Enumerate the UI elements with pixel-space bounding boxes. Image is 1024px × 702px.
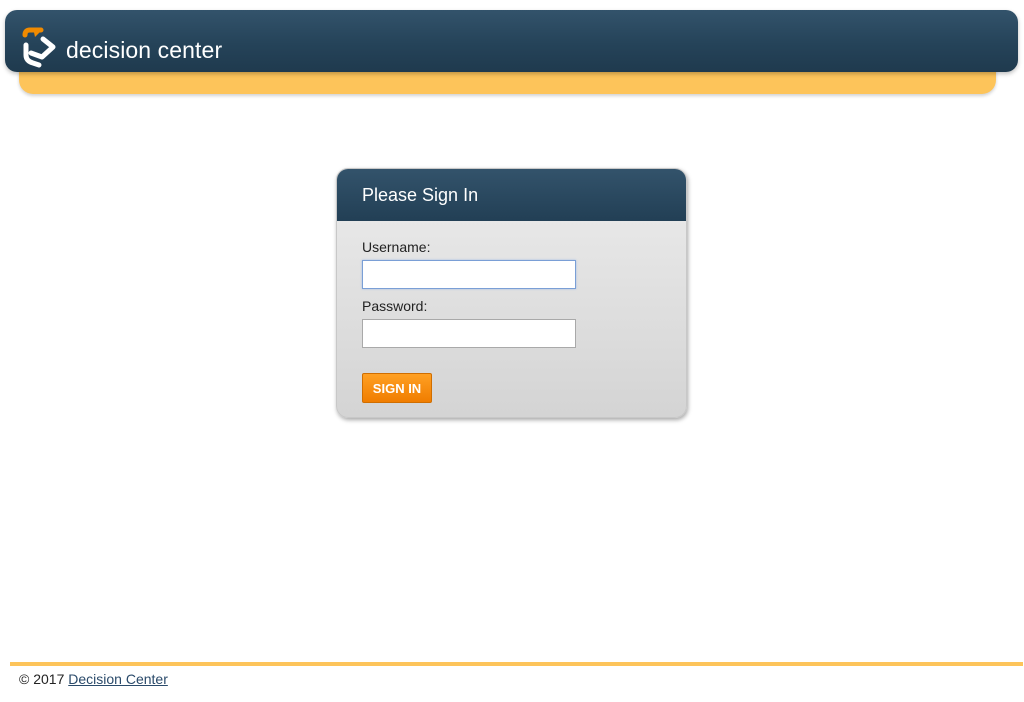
- logo[interactable]: decision center: [21, 27, 222, 69]
- logo-text: decision center: [66, 37, 223, 63]
- username-label: Username:: [362, 239, 431, 255]
- header-bar: decision center: [5, 10, 1018, 72]
- login-panel: Please Sign In Username: Password: SIGN …: [336, 168, 687, 418]
- username-field[interactable]: [362, 260, 576, 289]
- footer-copyright: © 2017: [19, 671, 65, 687]
- footer-decision-center-link[interactable]: Decision Center: [68, 671, 168, 687]
- password-label: Password:: [362, 298, 428, 314]
- sign-in-button[interactable]: SIGN IN: [362, 373, 432, 403]
- decision-center-logo-icon: [22, 27, 56, 68]
- login-title: Please Sign In: [337, 169, 686, 221]
- password-field[interactable]: [362, 319, 576, 348]
- footer: © 2017 Decision Center: [19, 671, 168, 687]
- footer-divider: [10, 662, 1023, 666]
